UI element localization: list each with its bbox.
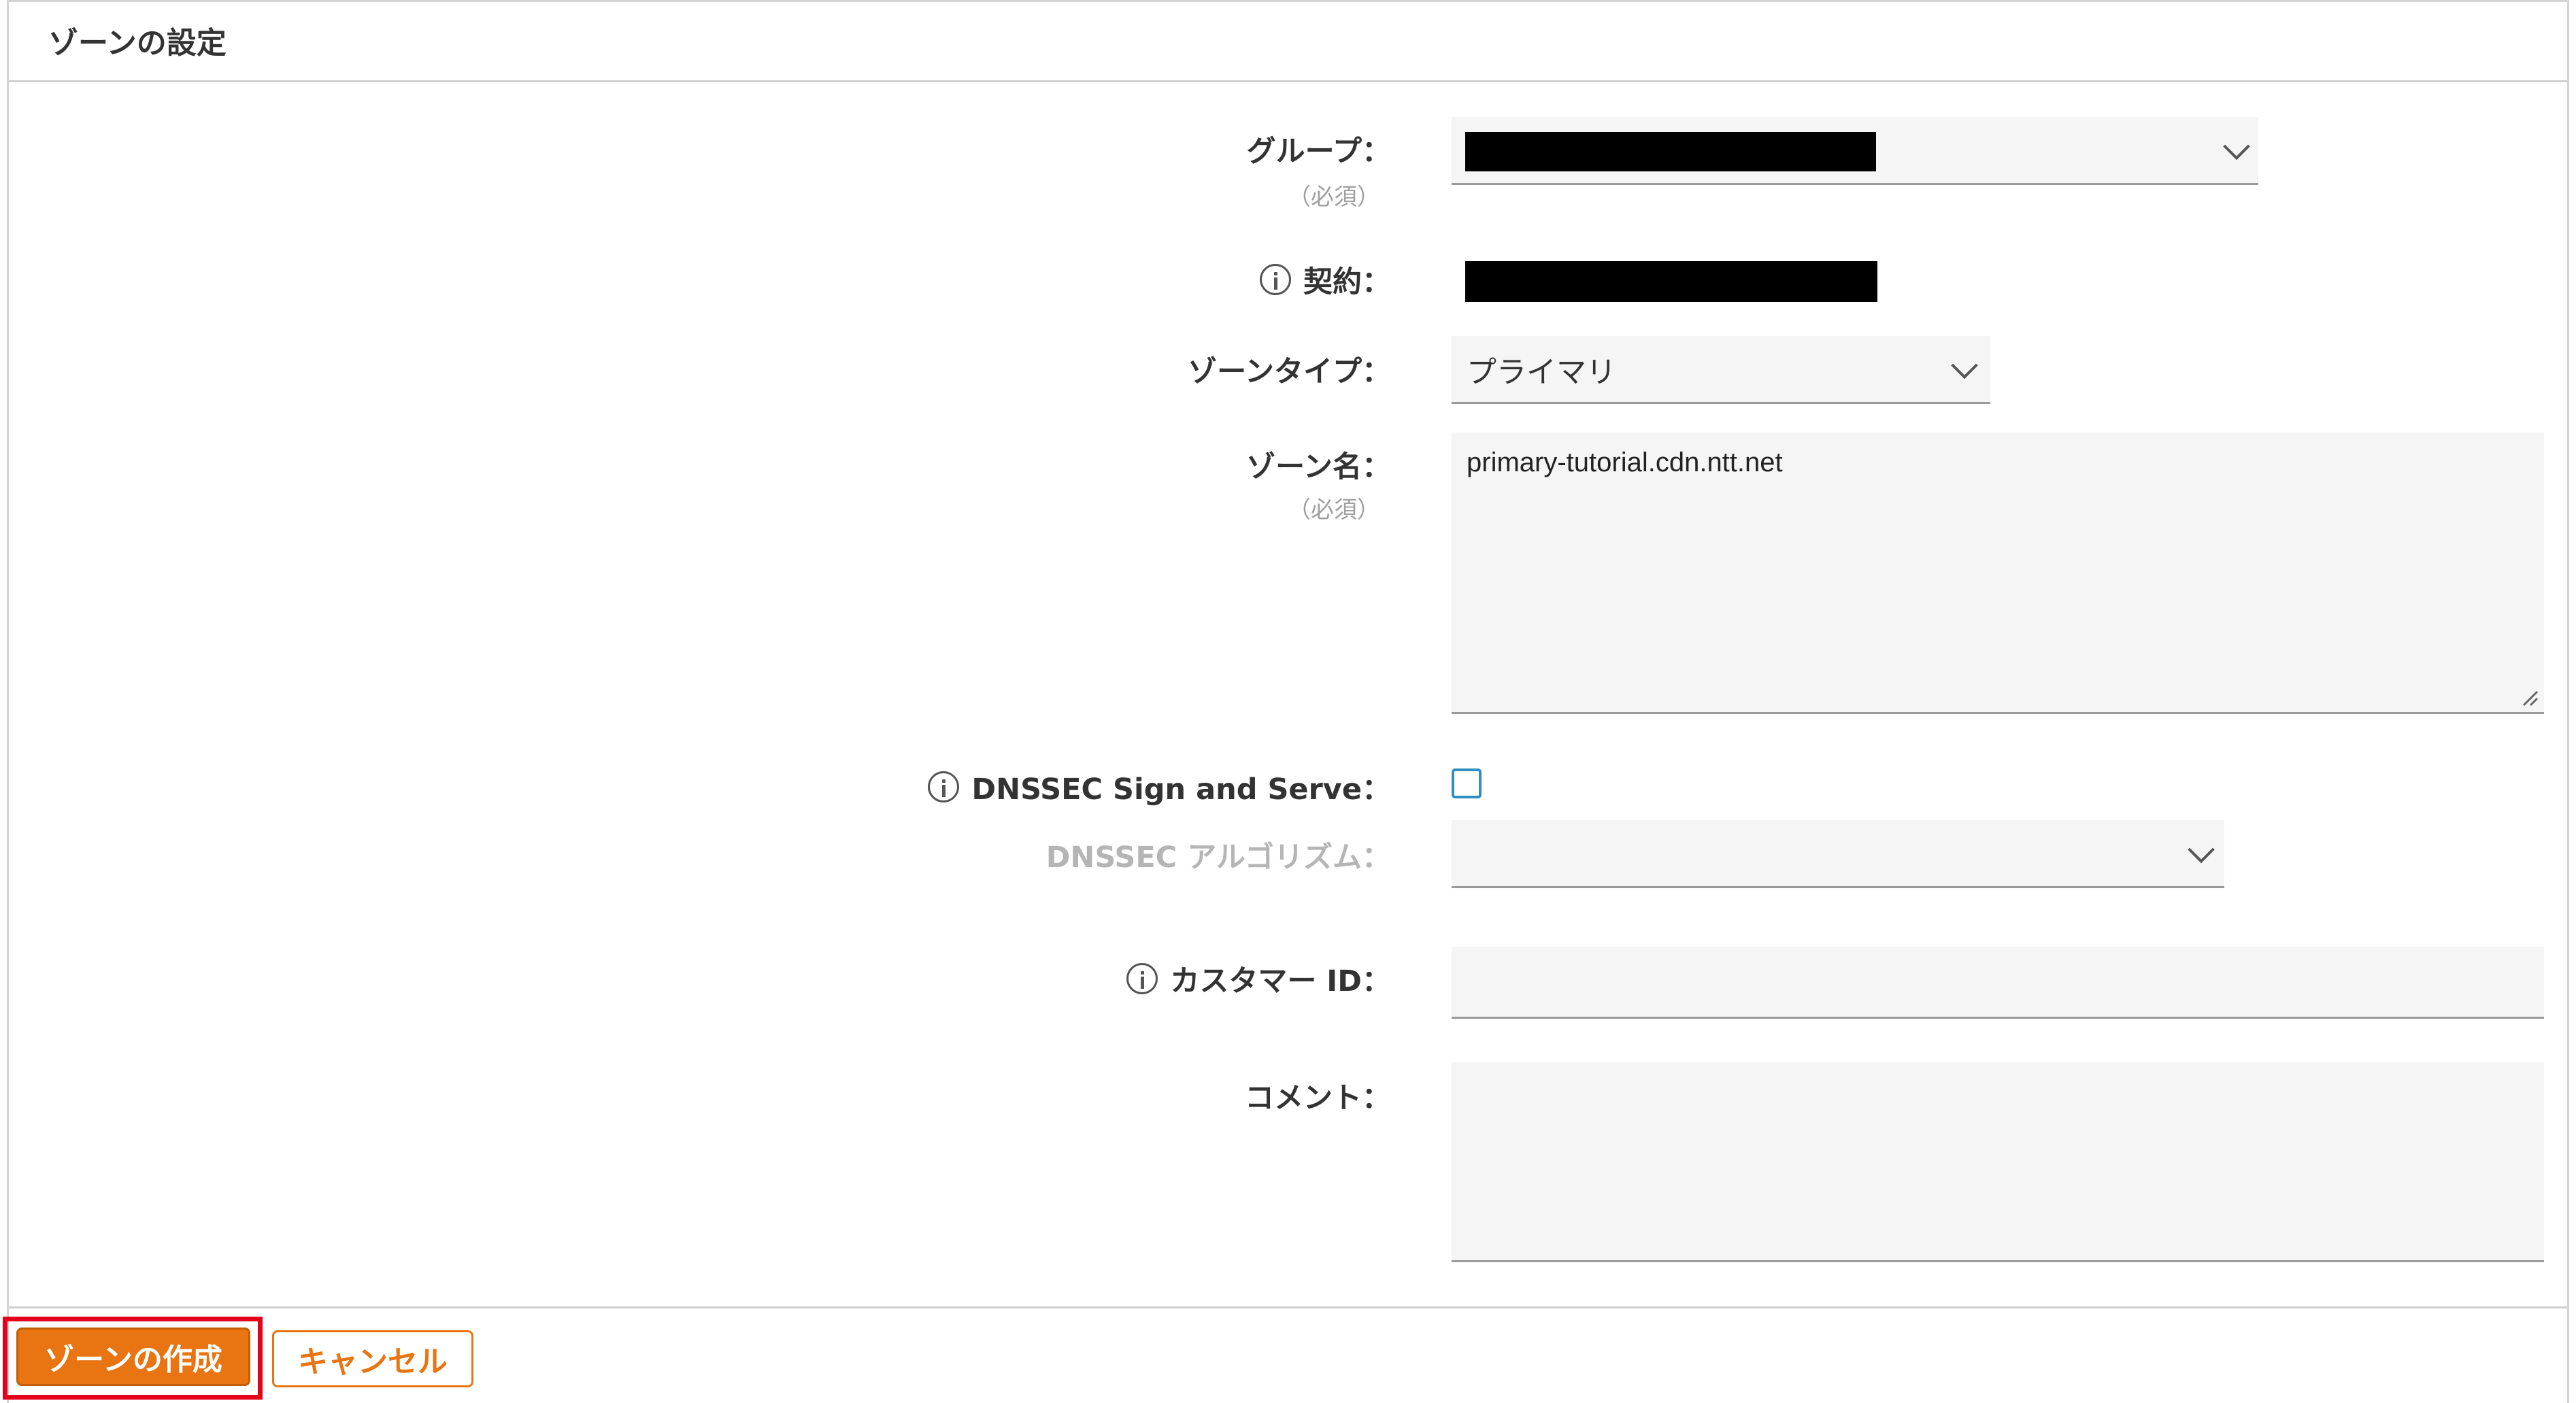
group-required-note: （必須） [1288, 184, 1380, 211]
dnssec-algorithm-label: DNSSEC アルゴリズム： [1046, 834, 1391, 876]
dnssec-algorithm-select[interactable] [1452, 820, 2224, 888]
customer-id-label-text: カスタマー ID： [1170, 964, 1391, 998]
group-select[interactable] [1452, 117, 2258, 185]
contract-label-text: 契約： [1303, 265, 1391, 299]
info-icon[interactable] [1260, 264, 1291, 295]
create-zone-button[interactable]: ゾーンの作成 [16, 1328, 250, 1386]
customer-id-input[interactable] [1452, 947, 2544, 1019]
zone-name-label: ゾーン名： [1246, 443, 1391, 486]
zone-name-label-text: ゾーン名： [1246, 450, 1391, 484]
zone-type-select[interactable]: プライマリ [1452, 336, 1990, 404]
group-label-text: グループ： [1246, 135, 1391, 169]
chevron-down-icon [1951, 352, 1978, 379]
resize-grip-icon[interactable] [2521, 689, 2539, 707]
chevron-down-icon [2223, 133, 2250, 160]
contract-label: 契約： [1260, 258, 1391, 301]
panel-header: ゾーンの設定 [9, 2, 2567, 82]
zone-type-value: プライマリ [1467, 354, 1616, 390]
comment-label: コメント： [1245, 1075, 1391, 1117]
dnssec-label: DNSSEC Sign and Serve： [928, 766, 1391, 808]
zone-type-label: ゾーンタイプ： [1188, 348, 1391, 390]
chevron-down-icon [2188, 836, 2215, 863]
redacted-contract-value [1465, 261, 1877, 302]
dnssec-checkbox[interactable] [1452, 768, 1482, 798]
zone-type-label-text: ゾーンタイプ： [1188, 355, 1391, 389]
panel-title: ゾーンの設定 [48, 26, 227, 61]
customer-id-label: カスタマー ID： [1126, 958, 1391, 1000]
group-label: グループ： [1247, 128, 1391, 170]
zone-name-required-note: （必須） [1288, 496, 1380, 524]
info-icon[interactable] [928, 771, 960, 802]
dnssec-algorithm-label-text: DNSSEC アルゴリズム： [1046, 841, 1391, 875]
comment-label-text: コメント： [1245, 1081, 1391, 1115]
dnssec-label-text: DNSSEC Sign and Serve： [971, 773, 1391, 807]
info-icon[interactable] [1126, 963, 1158, 994]
comment-textarea[interactable] [1452, 1062, 2544, 1262]
cancel-button[interactable]: キャンセル [272, 1330, 473, 1387]
footer-divider [9, 1306, 2567, 1308]
redacted-group-value [1465, 132, 1876, 171]
zone-name-value: primary-tutorial.cdn.ntt.net [1467, 447, 1783, 477]
zone-name-textarea[interactable]: primary-tutorial.cdn.ntt.net [1452, 433, 2544, 714]
